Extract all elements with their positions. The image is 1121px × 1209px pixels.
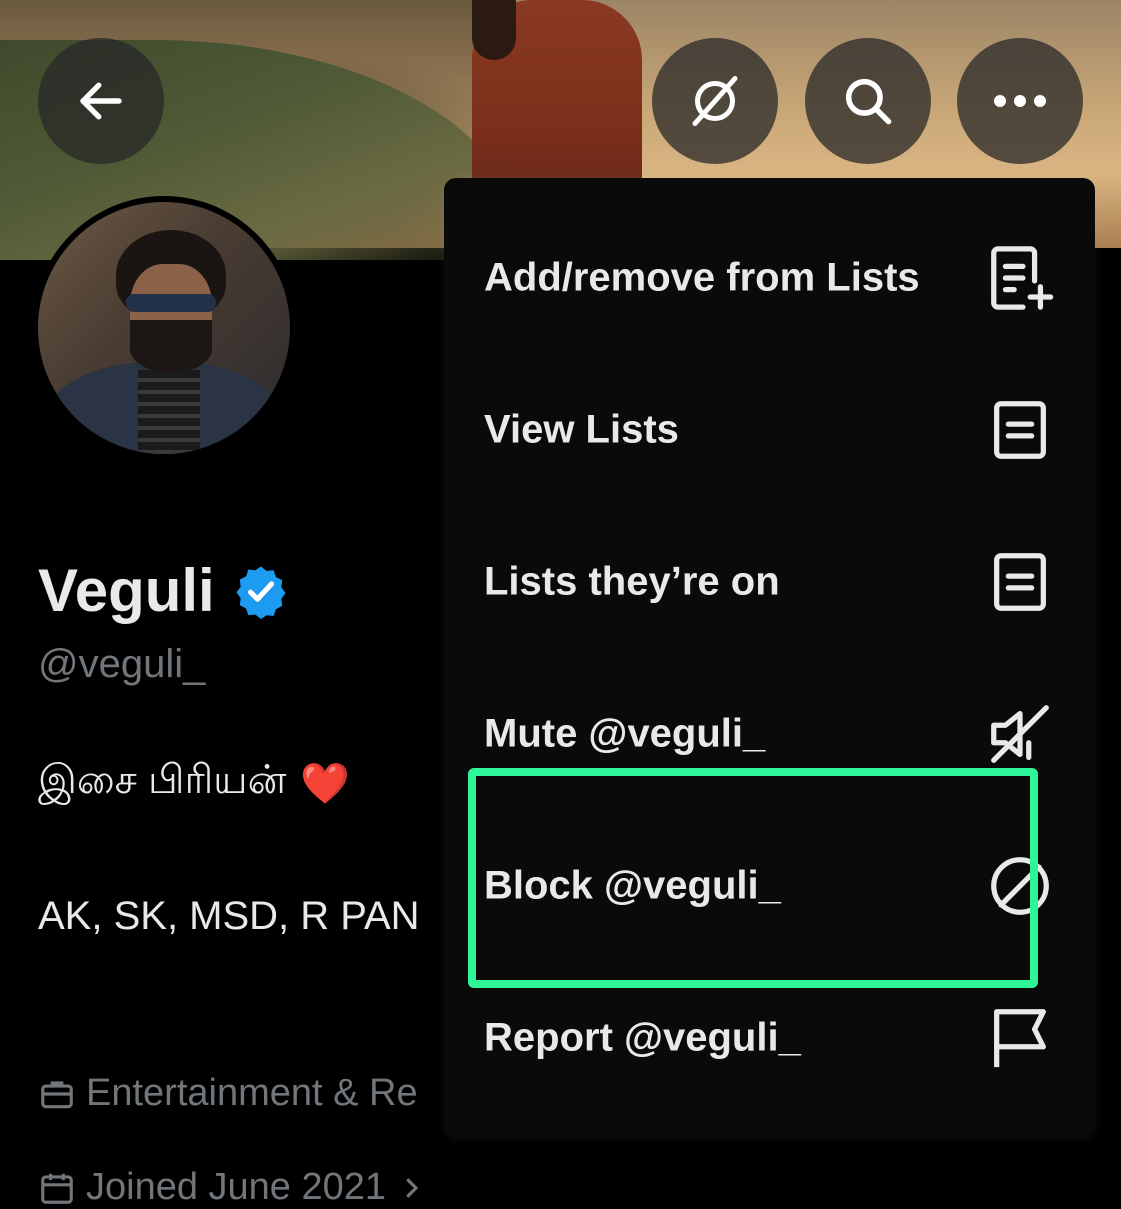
- menu-item-label: View Lists: [484, 407, 679, 452]
- profile-name-text: Veguli: [38, 557, 215, 624]
- grok-button[interactable]: [652, 38, 778, 164]
- menu-item-add-remove-lists[interactable]: Add/remove from Lists: [444, 202, 1095, 354]
- block-icon: [985, 851, 1055, 921]
- profile-handle: @veguli_: [38, 642, 206, 686]
- back-button[interactable]: [38, 38, 164, 164]
- profile-category: Entertainment & Re: [38, 1072, 418, 1115]
- grok-icon: [692, 76, 738, 126]
- verified-badge-icon: [236, 566, 286, 619]
- menu-item-label: Lists they’re on: [484, 559, 780, 604]
- profile-name: Veguli: [38, 556, 289, 625]
- profile-bio-line2: AK, SK, MSD, R PAN: [38, 894, 420, 938]
- menu-item-view-lists[interactable]: View Lists: [444, 354, 1095, 506]
- menu-item-lists-theyre-on[interactable]: Lists they’re on: [444, 506, 1095, 658]
- menu-item-label: Block @veguli_: [484, 863, 781, 908]
- bio-text: இசை பிரியன்: [38, 758, 287, 802]
- list-icon: [985, 395, 1055, 465]
- chevron-right-icon: [406, 1177, 419, 1198]
- more-dots-icon: [994, 95, 1046, 107]
- flag-icon: [985, 1003, 1055, 1073]
- menu-item-mute[interactable]: Mute @veguli_: [444, 658, 1095, 810]
- speaker-mute-icon: [985, 699, 1055, 769]
- profile-avatar[interactable]: [32, 196, 296, 460]
- calendar-icon: [41, 1173, 73, 1204]
- menu-item-label: Mute @veguli_: [484, 711, 766, 756]
- menu-item-block[interactable]: Block @veguli_: [444, 810, 1095, 962]
- heart-icon: ❤️: [300, 761, 351, 806]
- search-icon: [845, 78, 892, 125]
- menu-item-report[interactable]: Report @veguli_: [444, 962, 1095, 1114]
- menu-item-label: Add/remove from Lists: [484, 255, 920, 300]
- joined-text: Joined June 2021: [86, 1166, 387, 1208]
- category-text: Entertainment & Re: [86, 1072, 418, 1114]
- list-add-icon: [985, 243, 1055, 313]
- more-button[interactable]: [957, 38, 1083, 164]
- avatar-photo: [38, 202, 290, 454]
- briefcase-icon: [41, 1080, 73, 1108]
- back-arrow-icon: [80, 82, 122, 120]
- menu-item-label: Report @veguli_: [484, 1015, 801, 1060]
- profile-bio-line1: இசை பிரியன் ❤️: [38, 758, 350, 808]
- list-icon: [985, 547, 1055, 617]
- profile-more-menu: Add/remove from Lists View Lists Lists t…: [444, 178, 1095, 1138]
- profile-joined[interactable]: Joined June 2021: [38, 1166, 426, 1209]
- search-button[interactable]: [805, 38, 931, 164]
